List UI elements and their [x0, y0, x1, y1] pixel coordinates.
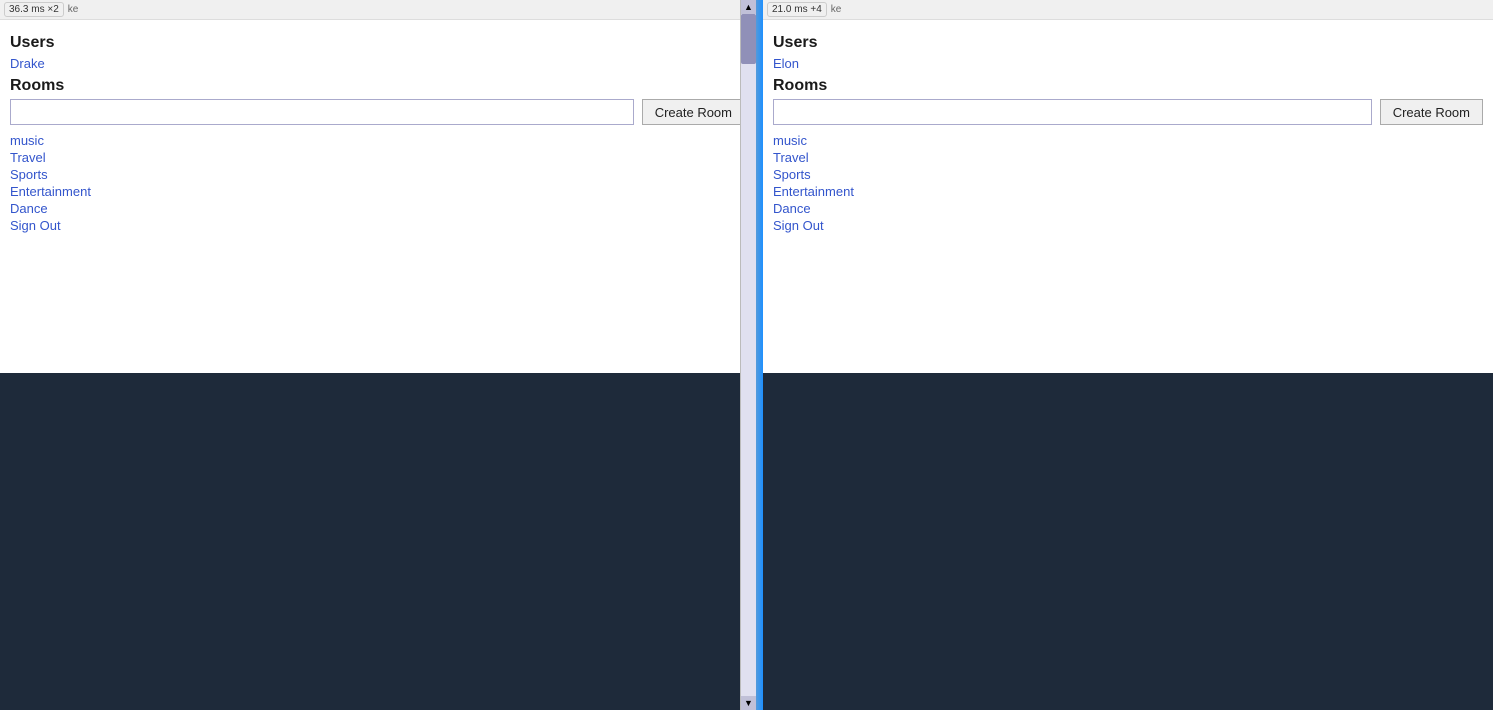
left-room-sports[interactable]: Sports — [10, 167, 745, 182]
left-scroll-up-btn[interactable]: ▲ — [741, 0, 756, 14]
left-create-room-row: Create Room — [10, 99, 745, 125]
left-room-travel[interactable]: Travel — [10, 150, 745, 165]
right-user-elon[interactable]: Elon — [773, 56, 1483, 71]
right-create-room-row: Create Room — [773, 99, 1483, 125]
left-user-drake[interactable]: Drake — [10, 56, 745, 71]
left-dark-area — [0, 373, 755, 710]
left-sign-out[interactable]: Sign Out — [10, 218, 745, 233]
left-username-display: ke — [68, 4, 79, 15]
left-room-dance[interactable]: Dance — [10, 201, 745, 216]
left-panel-content: Users Drake Rooms Create Room music Trav… — [0, 20, 755, 373]
left-room-entertainment[interactable]: Entertainment — [10, 184, 745, 199]
right-panel: 21.0 ms +4 ke Users Elon Rooms Create Ro… — [763, 0, 1493, 710]
left-scroll-track[interactable] — [741, 14, 756, 696]
right-dark-area — [763, 373, 1493, 710]
right-room-entertainment[interactable]: Entertainment — [773, 184, 1483, 199]
right-rooms-title: Rooms — [773, 77, 1483, 95]
left-timing-badge: 36.3 ms ×2 — [4, 2, 64, 17]
right-timing-count: +4 — [810, 4, 821, 15]
right-room-music[interactable]: music — [773, 133, 1483, 148]
left-panel: 36.3 ms ×2 ke Users Drake Rooms Create R… — [0, 0, 755, 710]
left-timing-count: ×2 — [47, 4, 58, 15]
left-top-bar: 36.3 ms ×2 ke — [0, 0, 755, 20]
right-users-title: Users — [773, 34, 1483, 52]
right-username-display: ke — [831, 4, 842, 15]
right-room-travel[interactable]: Travel — [773, 150, 1483, 165]
left-scrollbar[interactable]: ▲ ▼ — [740, 0, 755, 710]
left-room-music[interactable]: music — [10, 133, 745, 148]
left-timing-value: 36.3 ms — [9, 4, 45, 15]
right-room-sports[interactable]: Sports — [773, 167, 1483, 182]
right-create-room-button[interactable]: Create Room — [1380, 99, 1483, 125]
right-room-dance[interactable]: Dance — [773, 201, 1483, 216]
left-rooms-title: Rooms — [10, 77, 745, 95]
right-panel-wrapper: 21.0 ms +4 ke Users Elon Rooms Create Ro… — [763, 0, 1493, 710]
right-sign-out[interactable]: Sign Out — [773, 218, 1483, 233]
right-room-input[interactable] — [773, 99, 1372, 125]
right-timing-value: 21.0 ms — [772, 4, 808, 15]
left-create-room-button[interactable]: Create Room — [642, 99, 745, 125]
left-scroll-down-btn[interactable]: ▼ — [741, 696, 756, 710]
left-room-input[interactable] — [10, 99, 634, 125]
right-top-bar: 21.0 ms +4 ke — [763, 0, 1493, 20]
left-users-title: Users — [10, 34, 745, 52]
left-scroll-thumb[interactable] — [741, 14, 756, 64]
right-panel-content: Users Elon Rooms Create Room music Trave… — [763, 20, 1493, 373]
left-panel-wrapper: 36.3 ms ×2 ke Users Drake Rooms Create R… — [0, 0, 755, 710]
right-timing-badge: 21.0 ms +4 — [767, 2, 827, 17]
panel-divider — [755, 0, 763, 710]
